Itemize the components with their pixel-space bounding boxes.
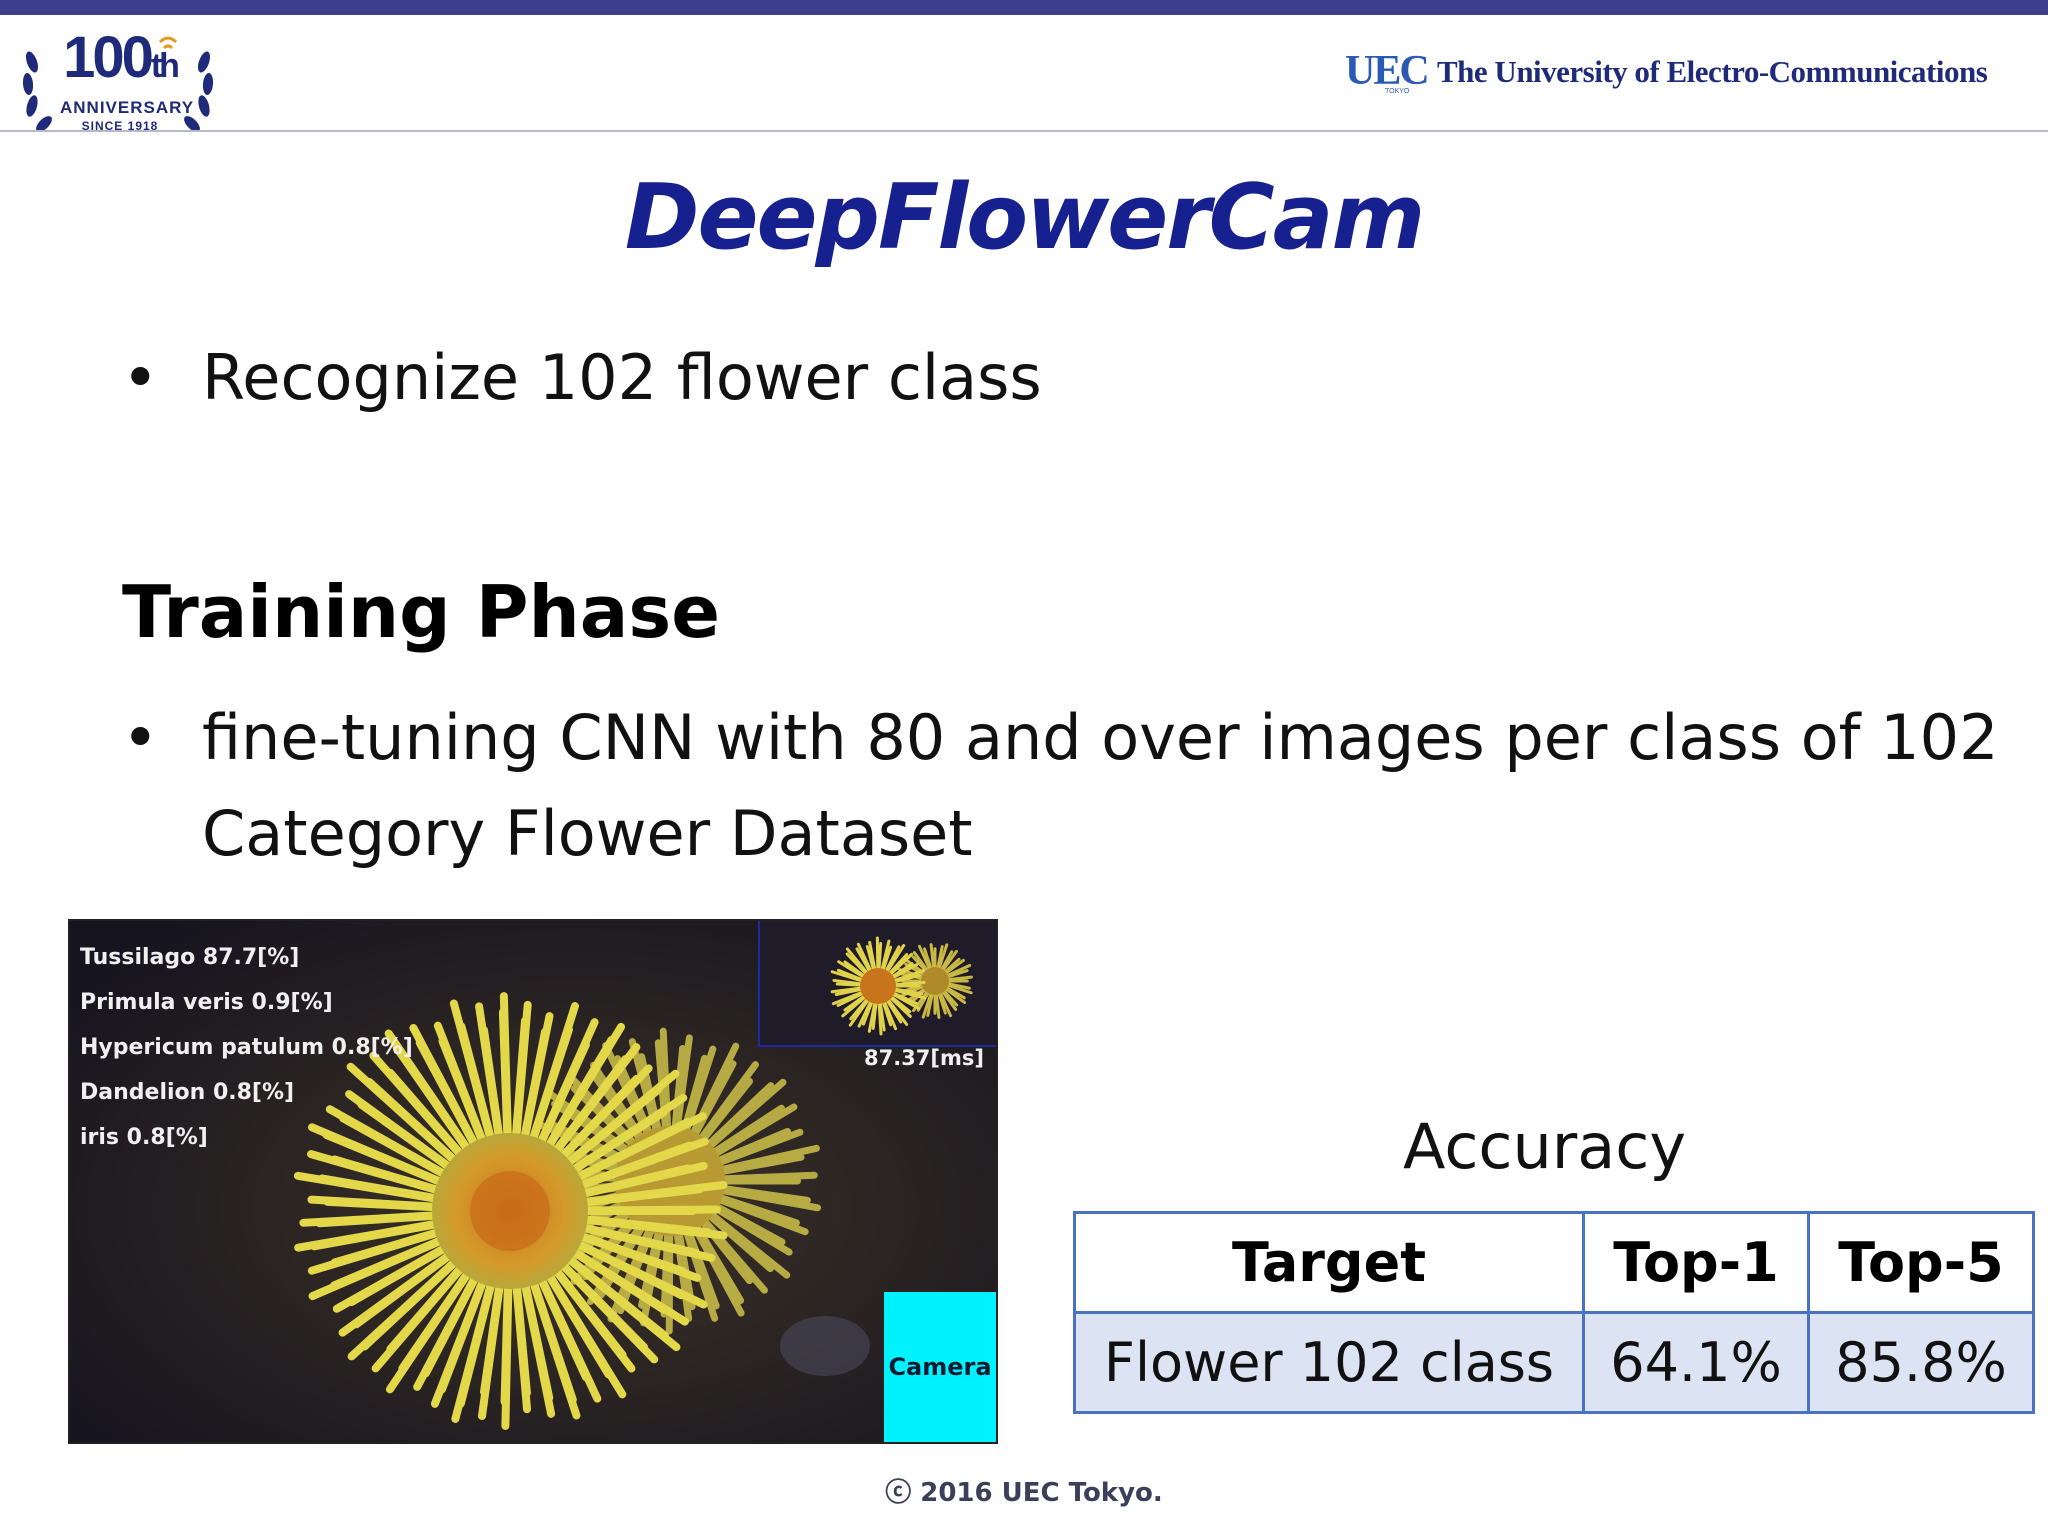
logo-anniversary: ANNIVERSARY	[60, 98, 195, 117]
copyright-footer: ⓒ 2016 UEC Tokyo.	[885, 1478, 1163, 1508]
bullet-text: Recognize 102 flower class	[202, 341, 1042, 414]
prediction-list: Tussilago 87.7[%] Primula veris 0.9[%] H…	[80, 935, 413, 1160]
table-row: Flower 102 class 64.1% 85.8%	[1073, 1311, 2035, 1414]
bullet-text: fine-tuning CNN with 80 and over images …	[202, 701, 1999, 870]
accuracy-table: Target Top-1 Top-5 Flower 102 class 64.1…	[1073, 1211, 2035, 1414]
prediction-item: Primula veris 0.9[%]	[80, 990, 333, 1015]
prediction-item: Tussilago 87.7[%]	[80, 945, 300, 970]
header-top5: Top-5	[1807, 1211, 2035, 1314]
header-divider	[0, 130, 2048, 132]
prediction-item: Dandelion 0.8[%]	[80, 1080, 295, 1105]
header-top1: Top-1	[1582, 1211, 1810, 1314]
prediction-item: iris 0.8[%]	[80, 1125, 208, 1150]
table-header-row: Target Top-1 Top-5	[1073, 1211, 2035, 1314]
thumbnail-preview	[758, 921, 996, 1047]
prediction-item: Hypericum patulum 0.8[%]	[80, 1035, 413, 1060]
logo-number: 100	[63, 25, 154, 90]
accuracy-title: Accuracy	[1403, 1110, 1687, 1183]
inference-time: 87.37[ms]	[863, 1046, 984, 1070]
header-target: Target	[1073, 1211, 1585, 1314]
slide-title: DeepFlowerCam	[624, 165, 1426, 270]
cell-top5: 85.8%	[1807, 1311, 2035, 1414]
section-heading: Training Phase	[122, 570, 721, 654]
bullet-icon: •	[122, 701, 159, 774]
uec-sub: TOKYO	[1385, 88, 1410, 95]
logo-suffix: th	[150, 47, 180, 85]
camera-button-label: Camera	[888, 1353, 992, 1381]
top-bar	[0, 0, 2048, 15]
cell-target: Flower 102 class	[1073, 1311, 1585, 1414]
anniversary-logo: 100th ANNIVERSARY SINCE 1918	[18, 22, 218, 134]
thumbnail-image	[760, 921, 996, 1045]
camera-screenshot: Tussilago 87.7[%] Primula veris 0.9[%] H…	[68, 919, 998, 1444]
bullet-icon: •	[122, 341, 159, 414]
camera-button[interactable]: Camera	[884, 1292, 996, 1442]
cell-top1: 64.1%	[1582, 1311, 1810, 1414]
university-name: The University of Electro-Communications	[1437, 54, 1988, 89]
